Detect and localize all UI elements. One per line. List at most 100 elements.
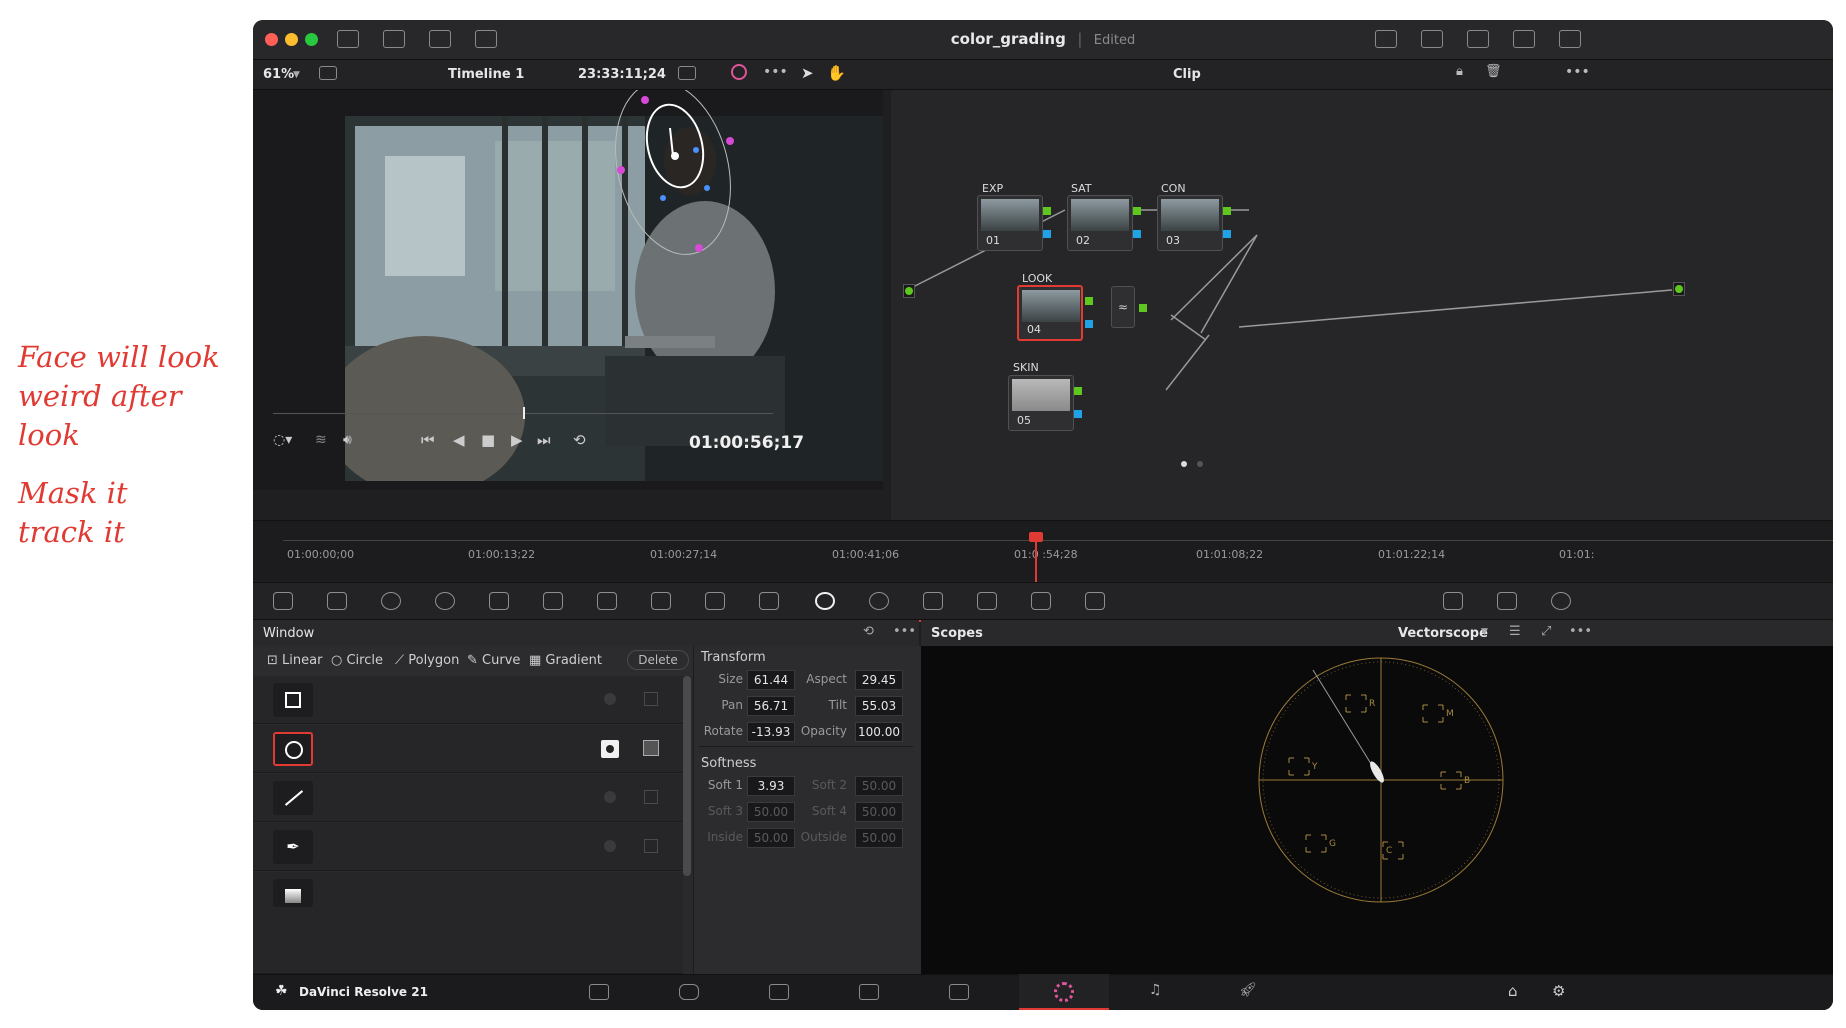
viewer-playhead[interactable]: [523, 407, 525, 419]
node-02[interactable]: 02: [1067, 195, 1133, 251]
more-options-icon[interactable]: •••: [1565, 64, 1590, 80]
square-window-button[interactable]: [273, 683, 313, 717]
expand-icon[interactable]: ⤢: [1541, 624, 1551, 639]
volume-icon[interactable]: 🔊︎: [343, 432, 352, 448]
scopes-icon[interactable]: [1497, 592, 1517, 610]
polygon-window-tool[interactable]: ⟋ Polygon: [395, 653, 459, 668]
fairlight-page-icon[interactable]: ♫: [1149, 982, 1162, 998]
window-row-gradient[interactable]: [253, 872, 683, 974]
invert-toggle[interactable]: [604, 791, 616, 803]
more-options-icon[interactable]: •••: [893, 624, 916, 639]
pen-window-button[interactable]: ✒: [273, 830, 313, 864]
color-warper-icon[interactable]: [651, 592, 671, 610]
node-05[interactable]: 05: [1008, 375, 1074, 431]
hand-icon[interactable]: ✋: [827, 64, 846, 82]
tracker-icon[interactable]: [869, 592, 889, 610]
cut-page-icon[interactable]: [679, 984, 699, 1000]
lightbox-icon[interactable]: [1421, 30, 1443, 48]
rgb-mixer-icon[interactable]: [489, 592, 509, 610]
sizing-icon[interactable]: [1085, 592, 1105, 610]
viewer-layout-icon[interactable]: [319, 66, 337, 80]
output-port[interactable]: [1675, 285, 1683, 293]
share-icon[interactable]: [1375, 30, 1397, 48]
circle-window-button-active[interactable]: [273, 732, 313, 766]
jump-start-icon[interactable]: ⏮: [421, 431, 435, 449]
timeline-select[interactable]: Timeline 1: [448, 67, 524, 82]
node-key-port[interactable]: [1085, 320, 1093, 328]
keyframes-icon[interactable]: [1559, 30, 1581, 48]
linear-window-button[interactable]: [273, 781, 313, 815]
window-tool-icon[interactable]: [815, 592, 835, 610]
node-output-port[interactable]: [1133, 207, 1141, 215]
soft4-field[interactable]: 50.00: [855, 802, 903, 822]
layers-icon[interactable]: ≋: [315, 432, 327, 448]
node-key-port[interactable]: [1074, 410, 1082, 418]
mask-toggle[interactable]: [644, 839, 658, 853]
lock-icon[interactable]: 🔒︎: [1456, 64, 1463, 79]
node-output-port[interactable]: [1043, 207, 1051, 215]
node-01[interactable]: 01: [977, 195, 1043, 251]
node-output-port[interactable]: [1223, 207, 1231, 215]
linear-window-tool[interactable]: ⊡ Linear: [267, 653, 322, 668]
circle-window-overlay[interactable]: [563, 90, 823, 310]
scope-mode-select[interactable]: Vectorscope: [1398, 626, 1488, 641]
page-dot-active[interactable]: [1181, 461, 1187, 467]
node-key-port[interactable]: [1043, 230, 1051, 238]
input-port[interactable]: [905, 287, 913, 295]
scope-toggle-icon[interactable]: [1443, 592, 1463, 610]
node-04-selected[interactable]: 04: [1017, 285, 1083, 341]
deliver-page-icon[interactable]: 🚀︎: [1239, 982, 1257, 998]
invert-toggle[interactable]: [604, 693, 616, 705]
fusion-page-icon[interactable]: [859, 984, 879, 1000]
window-row-curve[interactable]: [253, 823, 683, 871]
info-icon[interactable]: [1551, 592, 1571, 610]
trash-icon[interactable]: 🗑︎: [1485, 64, 1502, 79]
more-options-icon[interactable]: •••: [763, 64, 788, 80]
gradient-window-tool[interactable]: ▦ Gradient: [529, 653, 602, 668]
curve-window-tool[interactable]: ✎ Curve: [467, 653, 520, 668]
delete-window-button[interactable]: Delete: [627, 650, 689, 670]
key-icon[interactable]: [1031, 592, 1051, 610]
node-output-port[interactable]: [1074, 387, 1082, 395]
motion-effects-icon[interactable]: [543, 592, 563, 610]
mask-toggle[interactable]: [643, 740, 659, 756]
color-slice-icon[interactable]: [705, 592, 725, 610]
window-row-linear[interactable]: [253, 774, 683, 822]
mask-toggle[interactable]: [644, 790, 658, 804]
mask-toggle[interactable]: [644, 692, 658, 706]
soft2-field[interactable]: 50.00: [855, 776, 903, 796]
layer-mixer-node[interactable]: ≈: [1111, 286, 1135, 328]
jump-end-icon[interactable]: ⏭: [537, 431, 551, 449]
frame-icon[interactable]: [678, 66, 696, 80]
zoom-select[interactable]: 61%: [263, 67, 294, 82]
window-selector-icon[interactable]: ◌▾: [273, 432, 292, 448]
color-match-icon[interactable]: [327, 592, 347, 610]
more-options-icon[interactable]: •••: [1569, 624, 1592, 639]
invert-toggle[interactable]: [604, 840, 616, 852]
node-mode-select[interactable]: Clip: [1173, 67, 1201, 82]
source-timecode[interactable]: 23:33:11;24: [578, 67, 666, 82]
camera-raw-icon[interactable]: [273, 592, 293, 610]
invert-toggle-on[interactable]: [601, 740, 619, 758]
step-back-icon[interactable]: ◀: [453, 431, 465, 449]
qualifier-icon[interactable]: [759, 592, 779, 610]
color-wheels-icon[interactable]: [381, 592, 401, 610]
color-wheel-icon[interactable]: [731, 64, 747, 80]
nodes-icon[interactable]: [1467, 30, 1489, 48]
node-03[interactable]: 03: [1157, 195, 1223, 251]
loop-icon[interactable]: ⟲: [573, 431, 586, 449]
curves-icon[interactable]: [597, 592, 617, 610]
play-icon[interactable]: ▶: [511, 431, 523, 449]
edit-page-icon[interactable]: [769, 984, 789, 1000]
gradient-window-button[interactable]: [273, 879, 313, 907]
page-dot[interactable]: [1197, 461, 1203, 467]
home-icon[interactable]: ⌂: [1508, 982, 1518, 1000]
scope-settings-icon[interactable]: ☰: [1509, 624, 1521, 639]
tilt-field[interactable]: 55.03: [855, 696, 903, 716]
gear-icon[interactable]: ⚙: [1552, 982, 1565, 1000]
fairlight-effects-page-icon[interactable]: [949, 984, 969, 1000]
magic-mask-icon[interactable]: [923, 592, 943, 610]
timeline-ruler[interactable]: [283, 540, 1833, 541]
blur-icon[interactable]: [977, 592, 997, 610]
effects-fx-icon[interactable]: [1513, 30, 1535, 48]
